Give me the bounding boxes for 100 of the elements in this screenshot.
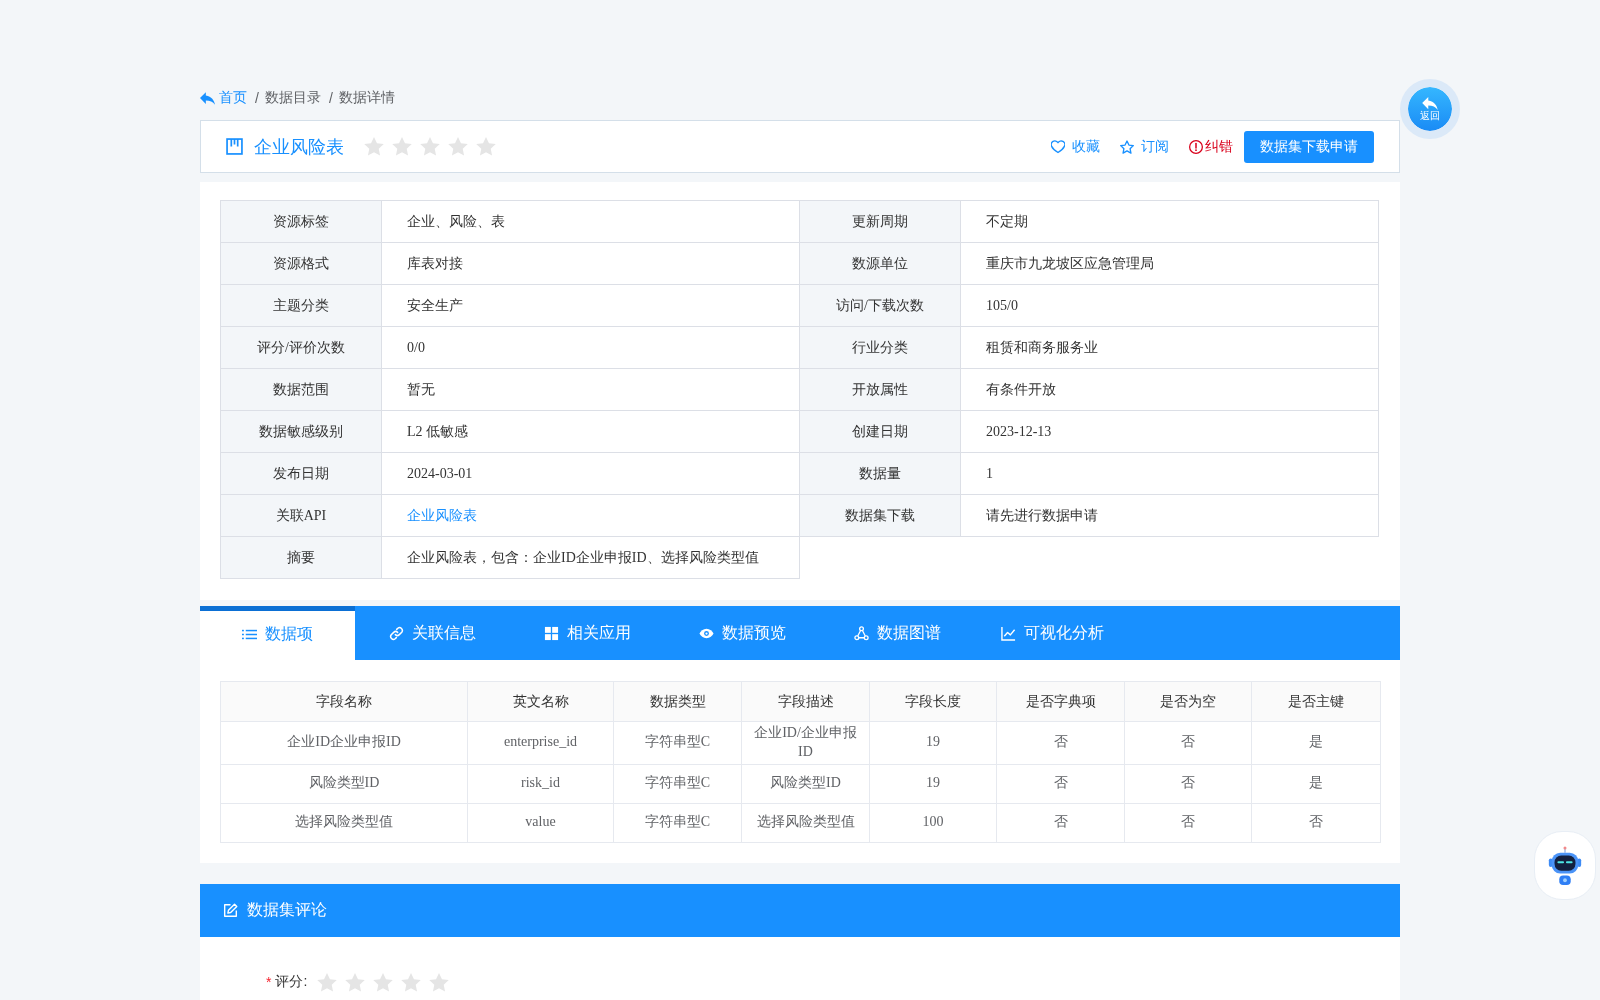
field-label: 创建日期 <box>799 410 961 453</box>
field-value: 有条件开放 <box>960 368 1379 411</box>
breadcrumb-separator: / <box>255 90 259 106</box>
table-cell: 风险类型ID <box>220 764 468 804</box>
table-cell: 否 <box>996 764 1125 804</box>
table-cell: 否 <box>996 803 1125 843</box>
assistant-button[interactable] <box>1534 831 1596 900</box>
breadcrumb-separator: / <box>328 90 333 106</box>
table-cell: risk_id <box>467 764 614 804</box>
table-cell: 是 <box>1251 721 1381 765</box>
required-mark: * <box>266 974 272 991</box>
table-cell: 字符串型C <box>613 721 742 765</box>
field-label: 数据集下载 <box>799 494 961 537</box>
column-header: 是否字典项 <box>996 681 1125 722</box>
value-link[interactable]: 企业风险表 <box>407 507 477 523</box>
nodes-icon <box>854 625 869 641</box>
reply-arrow-icon <box>1422 96 1438 110</box>
field-label: 摘要 <box>220 536 382 579</box>
field-value: 安全生产 <box>381 284 800 327</box>
back-button[interactable]: 返回 <box>1400 79 1460 139</box>
star-icon <box>448 137 468 156</box>
table-cell: 选择风险类型值 <box>220 803 468 843</box>
breadcrumb-link[interactable]: 数据目录 <box>264 89 321 107</box>
field-value: 2024-03-01 <box>381 452 800 495</box>
star-icon[interactable] <box>429 972 450 992</box>
subscribe-button[interactable]: 订阅 <box>1120 137 1169 156</box>
star-icon <box>392 137 412 156</box>
tab[interactable]: 数据预览 <box>665 606 820 660</box>
field-value: 企业风险表，包含：企业ID企业申报ID、选择风险类型值 <box>381 536 800 579</box>
field-label: 发布日期 <box>220 452 382 495</box>
table-cell: 选择风险类型值 <box>741 803 870 843</box>
heart-icon <box>1051 139 1065 154</box>
star-icon <box>476 137 496 156</box>
star-icon[interactable] <box>373 972 394 992</box>
table-cell: enterprise_id <box>467 721 614 765</box>
table-cell: value <box>467 803 614 843</box>
field-label: 访问/下载次数 <box>799 284 961 327</box>
breadcrumb-current: 数据详情 <box>338 89 395 107</box>
column-header: 是否主键 <box>1251 681 1381 722</box>
field-label: 数据范围 <box>220 368 382 411</box>
rating-label: 评分: <box>275 973 308 992</box>
star-icon <box>364 137 384 156</box>
star-icon <box>420 137 440 156</box>
field-value: L2 低敏感 <box>381 410 800 453</box>
column-header: 英文名称 <box>467 681 614 722</box>
star-icon[interactable] <box>345 972 366 992</box>
home-link[interactable]: 首页 <box>200 89 247 107</box>
field-label: 主题分类 <box>220 284 382 327</box>
field-value: 2023-12-13 <box>960 410 1379 453</box>
table-cell: 企业ID/企业申报ID <box>741 721 870 765</box>
table-cell: 100 <box>869 803 997 843</box>
report-error-button[interactable]: 纠错 <box>1189 137 1233 156</box>
edit-icon <box>223 902 238 918</box>
line-chart-icon <box>1001 625 1016 641</box>
table-cell: 否 <box>996 721 1125 765</box>
reply-arrow-icon <box>200 91 215 105</box>
table-cell: 否 <box>1124 803 1252 843</box>
table-cell: 是 <box>1251 764 1381 804</box>
table-cell: 字符串型C <box>613 803 742 843</box>
column-header: 字段描述 <box>741 681 870 722</box>
table-cell: 字符串型C <box>613 764 742 804</box>
tab[interactable]: 数据图谱 <box>820 606 975 660</box>
field-label: 数据量 <box>799 452 961 495</box>
dataset-title: 企业风险表 <box>254 135 344 159</box>
column-header: 字段长度 <box>869 681 997 722</box>
field-label: 资源标签 <box>220 200 382 243</box>
tab[interactable]: 关联信息 <box>355 606 510 660</box>
table-cell: 19 <box>869 721 997 765</box>
robot-icon <box>1546 844 1584 887</box>
download-request-button[interactable]: 数据集下载申请 <box>1244 130 1374 163</box>
field-value: 暂无 <box>381 368 800 411</box>
table-cell: 19 <box>869 764 997 804</box>
favorite-button[interactable]: 收藏 <box>1051 137 1100 156</box>
field-value: 请先进行数据申请 <box>960 494 1379 537</box>
table-cell: 否 <box>1124 764 1252 804</box>
star-icon[interactable] <box>401 972 422 992</box>
field-label: 数源单位 <box>799 242 961 285</box>
field-label: 开放属性 <box>799 368 961 411</box>
table-cell: 风险类型ID <box>741 764 870 804</box>
field-label: 行业分类 <box>799 326 961 369</box>
field-value: 0/0 <box>381 326 800 369</box>
tab[interactable]: 可视化分析 <box>975 606 1130 660</box>
field-value: 企业、风险、表 <box>381 200 800 243</box>
field-value: 租赁和商务服务业 <box>960 326 1379 369</box>
star-icon[interactable] <box>317 972 338 992</box>
field-value: 不定期 <box>960 200 1379 243</box>
tab[interactable]: 数据项 <box>200 606 355 660</box>
column-header: 是否为空 <box>1124 681 1252 722</box>
table-cell: 否 <box>1251 803 1381 843</box>
field-label: 更新周期 <box>799 200 961 243</box>
table-cell: 企业ID企业申报ID <box>220 721 468 765</box>
grid-icon <box>544 625 559 641</box>
field-label: 数据敏感级别 <box>220 410 382 453</box>
field-label: 资源格式 <box>220 242 382 285</box>
table-cell: 否 <box>1124 721 1252 765</box>
list-icon <box>242 627 257 642</box>
star-icon <box>1120 139 1134 154</box>
column-header: 数据类型 <box>613 681 742 722</box>
tab[interactable]: 相关应用 <box>510 606 665 660</box>
field-value: 库表对接 <box>381 242 800 285</box>
